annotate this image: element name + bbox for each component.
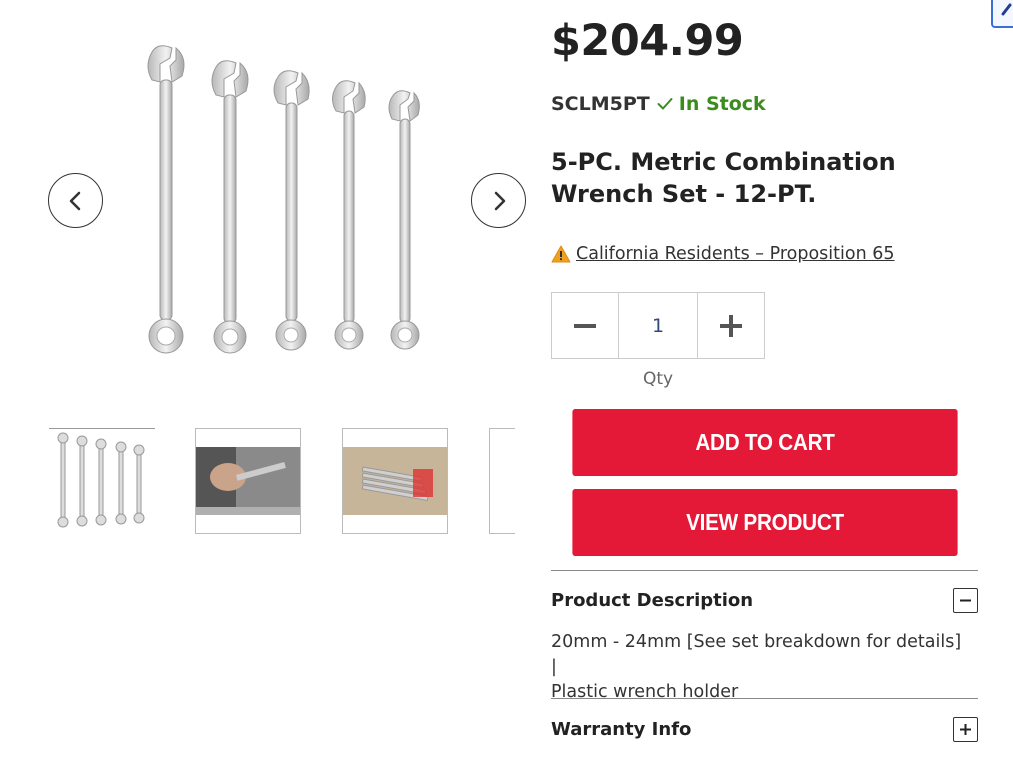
collapse-description-button[interactable]: [953, 588, 978, 613]
decrease-quantity-button[interactable]: [552, 293, 618, 358]
gallery-next-button[interactable]: [471, 173, 526, 228]
product-description-header[interactable]: Product Description: [551, 590, 753, 611]
product-title: 5-PC. Metric Combination Wrench Set - 12…: [551, 146, 971, 210]
thumbnail-1[interactable]: [49, 428, 155, 534]
thumbnail-strip: [49, 428, 515, 543]
quantity-label: Qty: [642, 369, 674, 389]
stock-status: In Stock: [678, 93, 766, 115]
quantity-input[interactable]: [618, 293, 698, 358]
checkmark-icon: [657, 97, 673, 111]
product-sku: SCLM5PT: [551, 93, 650, 115]
prop65-link[interactable]: California Residents – Proposition 65: [576, 244, 895, 264]
view-product-button[interactable]: VIEW PRODUCT: [572, 489, 958, 556]
product-title-line-1: 5-PC. Metric Combination: [551, 148, 896, 176]
sku-stock-row: SCLM5PT In Stock: [551, 93, 766, 115]
minus-icon: [574, 323, 596, 328]
divider: [551, 698, 978, 699]
expand-warranty-button[interactable]: [953, 717, 978, 742]
increase-quantity-button[interactable]: [698, 293, 764, 358]
chevron-left-icon: [69, 191, 80, 210]
plus-icon: [720, 314, 742, 337]
thumbnail-3[interactable]: [342, 428, 448, 534]
product-title-line-2: Wrench Set - 12-PT.: [551, 180, 817, 208]
prop65-warning: California Residents – Proposition 65: [551, 244, 895, 264]
divider: [551, 570, 978, 571]
gallery-prev-button[interactable]: [48, 173, 103, 228]
chevron-right-icon: [494, 191, 505, 210]
warranty-info-header[interactable]: Warranty Info: [551, 719, 691, 740]
thumbnail-holder-photo: [343, 447, 447, 515]
plus-icon: [960, 724, 971, 735]
wrench-set-image: [147, 45, 420, 354]
thumbnail-2[interactable]: [195, 428, 301, 534]
edit-tab[interactable]: [991, 0, 1013, 28]
thumbnail-4[interactable]: [489, 428, 515, 534]
minus-icon: [960, 599, 971, 602]
product-main-image: [130, 40, 435, 360]
warning-triangle-icon: [551, 245, 571, 263]
product-price: $204.99: [551, 16, 744, 66]
thumbnail-wrench-set-image: [57, 432, 145, 528]
description-line-2: Plastic wrench holder: [551, 682, 739, 702]
pencil-icon: [1001, 3, 1012, 16]
add-to-cart-button[interactable]: ADD TO CART: [572, 409, 958, 476]
quantity-stepper: [551, 292, 765, 359]
description-line-1: 20mm - 24mm [See set breakdown for detai…: [551, 632, 962, 677]
thumbnail-in-use-photo: [196, 447, 300, 515]
product-description-body: 20mm - 24mm [See set breakdown for detai…: [551, 630, 971, 705]
